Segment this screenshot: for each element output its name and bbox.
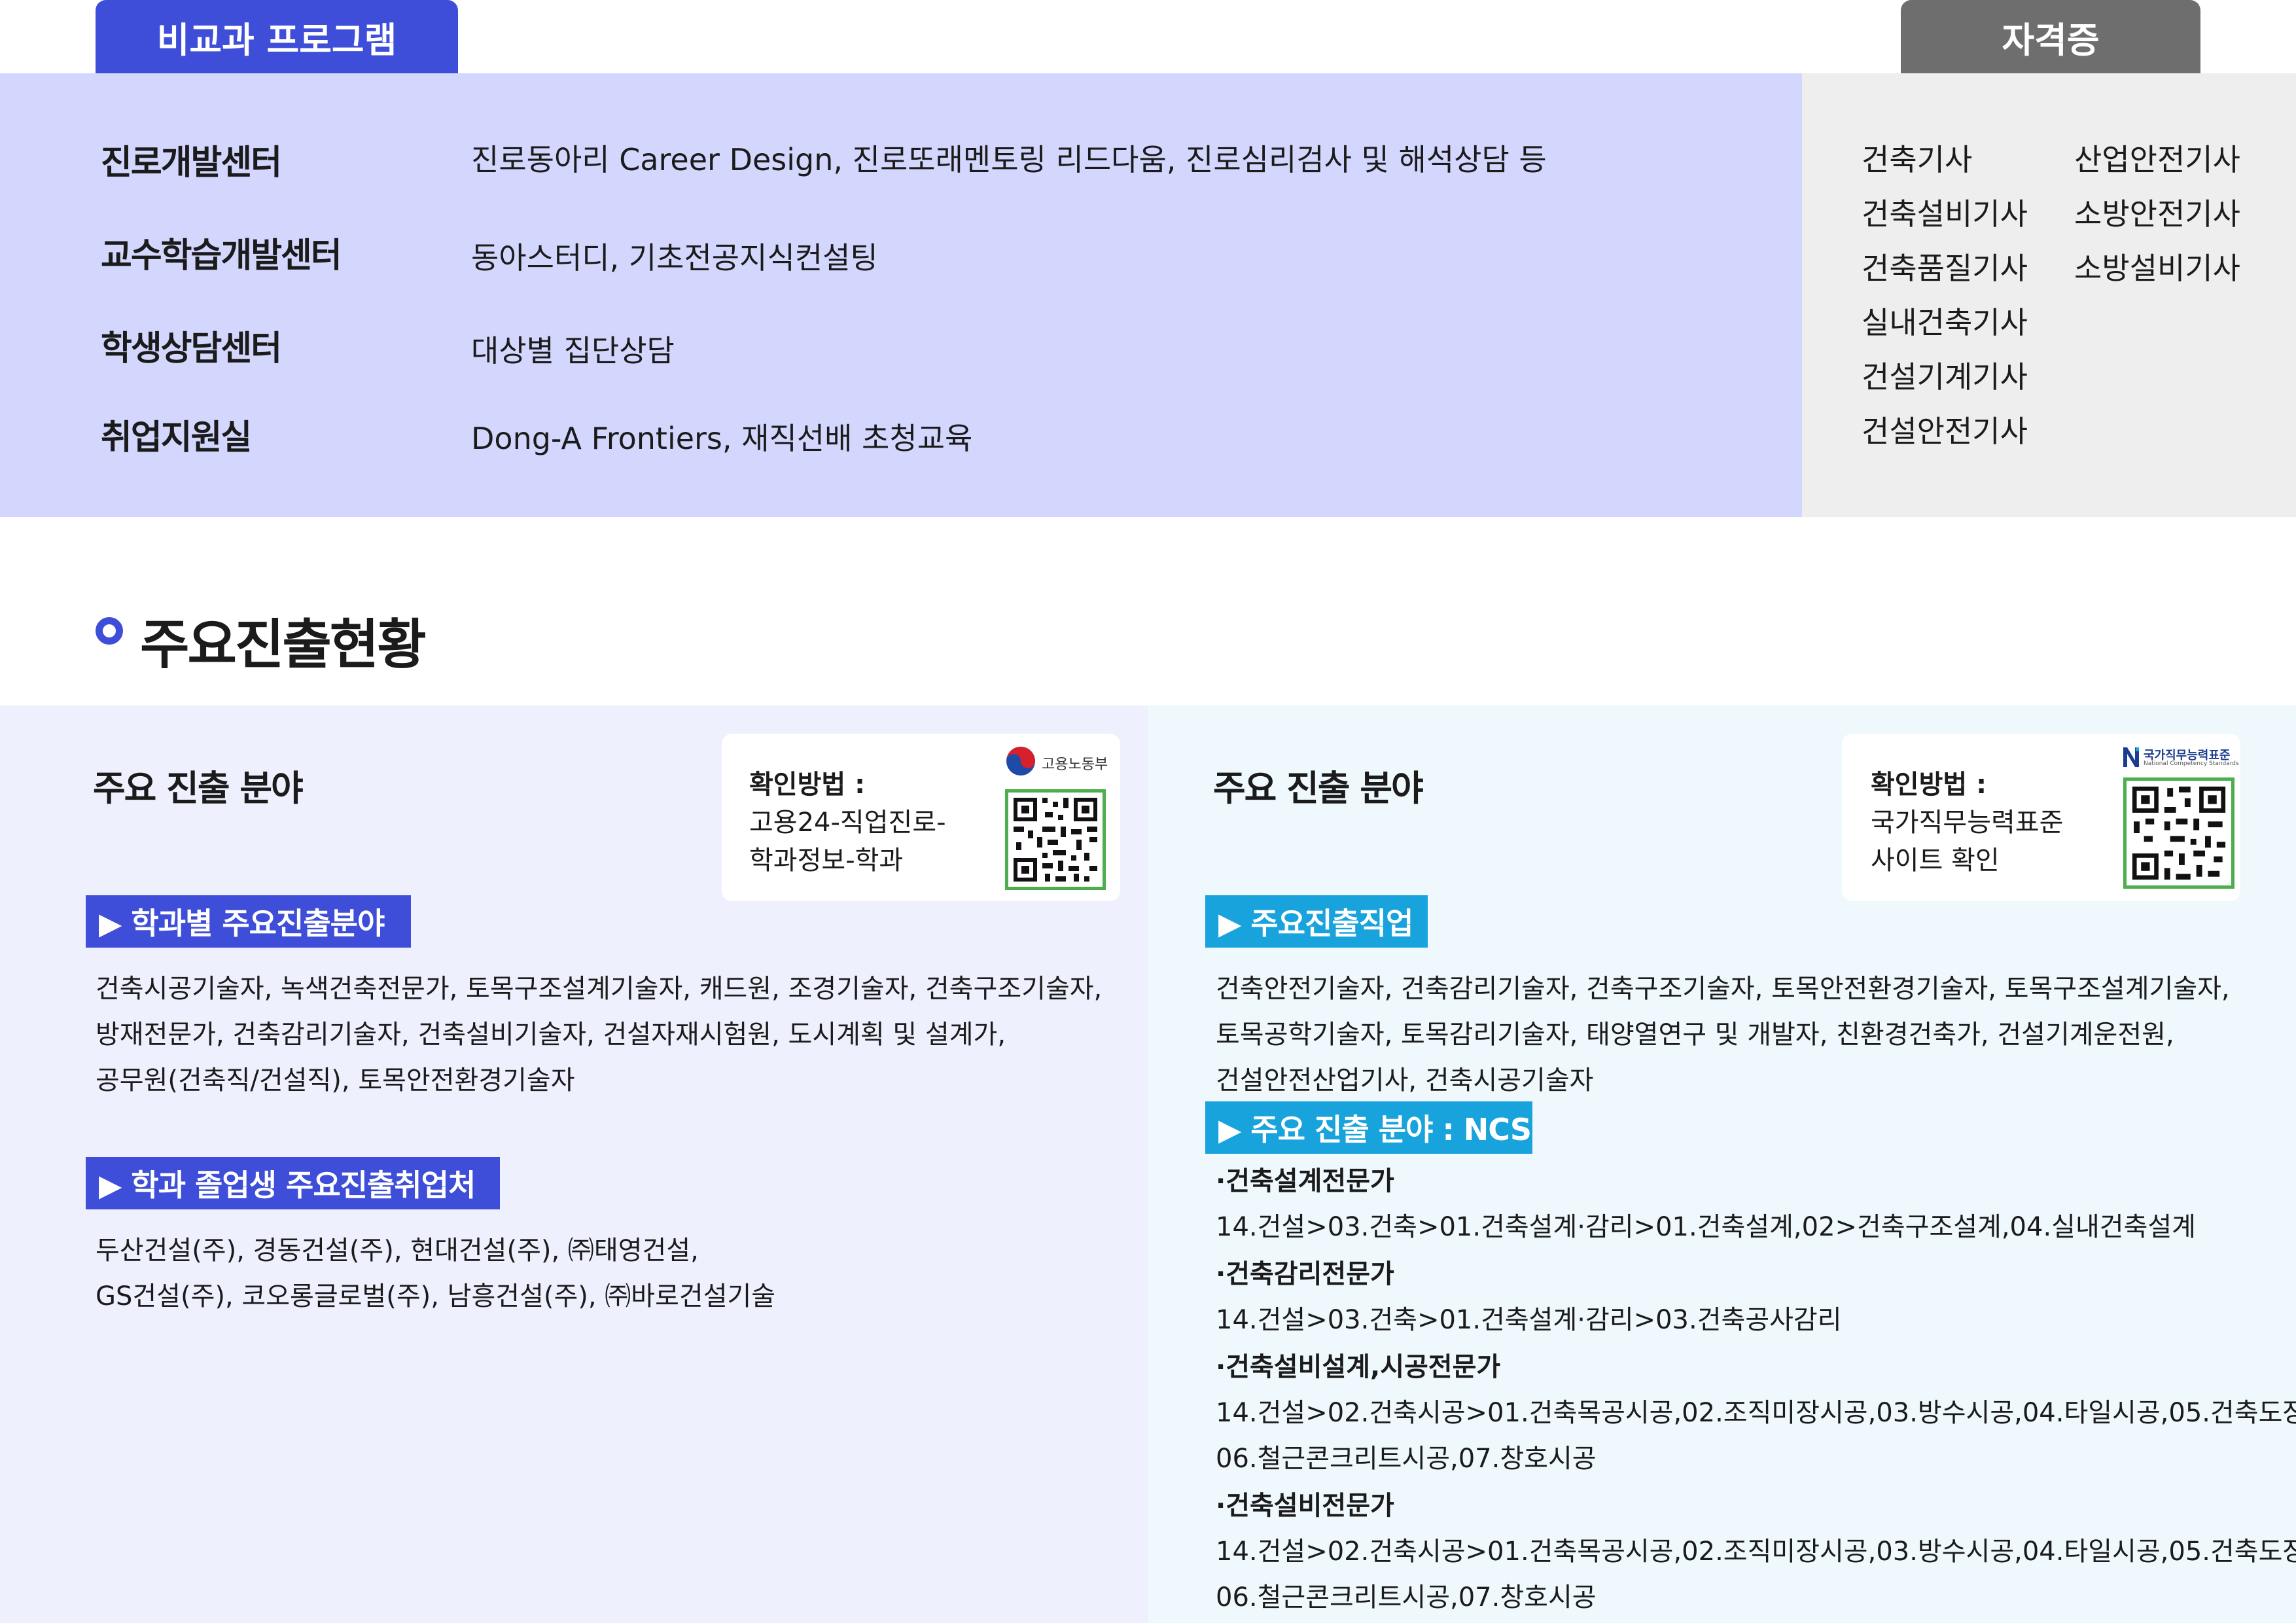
ministry-emblem-icon	[1006, 747, 1035, 776]
certificate-item: 건설안전기사	[1862, 414, 2028, 449]
check-method-label: 확인방법 :	[1871, 770, 1987, 800]
ncs-category: ·건축설계전문가	[1216, 1166, 1394, 1196]
check-method-label: 확인방법 :	[749, 770, 866, 800]
certificate-item: 건축기사	[1862, 142, 1973, 177]
right-panel-title: 주요 진출 분야	[1213, 768, 1424, 809]
ncs-category: ·건축설비설계,시공전문가	[1216, 1352, 1501, 1382]
ncs-detail: 14.건설>02.건축시공>01.건축목공시공,02.조직미장시공,03.방수시…	[1216, 1537, 2296, 1567]
tab-certificates[interactable]: 자격증	[1901, 0, 2200, 73]
qr-code-icon[interactable]	[1005, 789, 1106, 890]
main-jobs-tag: ▶ 주요진출직업	[1205, 895, 1428, 948]
ncs-logo-subtext: National Competency Standards	[2144, 760, 2239, 767]
certificate-item: 실내건축기사	[1862, 305, 2028, 340]
job-line: 토목공학기술자, 토목감리기술자, 태양열연구 및 개발자, 친환경건축가, 건…	[1216, 1020, 2174, 1050]
employer-line: 두산건설(주), 경동건설(주), 현대건설(주), ㈜태영건설,	[96, 1236, 699, 1266]
ministry-logo-text: 고용노동부	[1042, 757, 1108, 773]
career-field-line: 방재전문가, 건축감리기술자, 건축설비기술자, 건설자재시험원, 도시계획 및…	[96, 1020, 1006, 1050]
check-method-line: 고용24-직업진로-	[749, 808, 946, 838]
ncs-detail: 14.건설>02.건축시공>01.건축목공시공,02.조직미장시공,03.방수시…	[1216, 1398, 2296, 1428]
program-desc: 진로동아리 Career Design, 진로또래멘토링 리드다움, 진로심리검…	[471, 142, 1547, 177]
check-method-line: 사이트 확인	[1871, 846, 2000, 876]
ncs-fields-tag: ▶ 주요 진출 분야 : NCS	[1205, 1101, 1532, 1154]
ncs-logo-icon	[2123, 747, 2139, 767]
employer-line: GS건설(주), 코오롱글로벌(주), 남흥건설(주), ㈜바로건설기술	[96, 1281, 776, 1311]
ncs-detail: 14.건설>03.건축>01.건축설계·감리>01.건축설계,02>건축구조설계…	[1216, 1212, 2196, 1242]
ncs-detail: 06.철근콘크리트시공,07.창호시공	[1216, 1444, 1597, 1474]
program-name: 교수학습개발센터	[101, 236, 342, 276]
check-method-line: 국가직무능력표준	[1871, 808, 2064, 838]
program-name: 진로개발센터	[101, 143, 282, 183]
certificate-item: 산업안전기사	[2074, 142, 2240, 177]
left-panel-title: 주요 진출 분야	[93, 768, 304, 809]
ncs-category: ·건축감리전문가	[1216, 1259, 1394, 1289]
program-desc: Dong-A Frontiers, 재직선배 초청교육	[471, 421, 973, 456]
graduate-employers-tag: ▶ 학과 졸업생 주요진출취업처	[86, 1157, 500, 1209]
program-name: 학생상담센터	[101, 329, 282, 368]
certificate-item: 건축품질기사	[1862, 251, 2028, 286]
ncs-detail: 14.건설>03.건축>01.건축설계·감리>03.건축공사감리	[1216, 1305, 1842, 1335]
job-line: 건설안전산업기사, 건축시공기술자	[1216, 1065, 1594, 1096]
tab-nonsubject-programs[interactable]: 비교과 프로그램	[96, 0, 458, 73]
ring-bullet-icon	[96, 617, 123, 645]
certificate-item: 소방설비기사	[2074, 251, 2240, 286]
job-line: 건축안전기술자, 건축감리기술자, 건축구조기술자, 토목안전환경기술자, 토목…	[1216, 974, 2230, 1004]
certificate-item: 소방안전기사	[2074, 196, 2240, 232]
dept-career-fields-tag: ▶ 학과별 주요진출분야	[86, 895, 411, 948]
ncs-detail: 06.철근콘크리트시공,07.창호시공	[1216, 1582, 1597, 1613]
check-method-line: 학과정보-학과	[749, 846, 904, 876]
career-field-line: 건축시공기술자, 녹색건축전문가, 토목구조설계기술자, 캐드원, 조경기술자,…	[96, 974, 1103, 1004]
program-desc: 동아스터디, 기초전공지식컨설팅	[471, 240, 878, 276]
career-field-line: 공무원(건축직/건설직), 토목안전환경기술자	[96, 1065, 575, 1096]
ncs-category: ·건축설비전문가	[1216, 1491, 1394, 1521]
section-title: 주요진출현황	[140, 614, 427, 676]
certificate-item: 건설기계기사	[1862, 359, 2028, 395]
qr-code-icon[interactable]	[2123, 777, 2234, 889]
program-desc: 대상별 집단상담	[471, 333, 675, 368]
certificate-item: 건축설비기사	[1862, 196, 2028, 232]
program-name: 취업지원실	[101, 418, 252, 457]
